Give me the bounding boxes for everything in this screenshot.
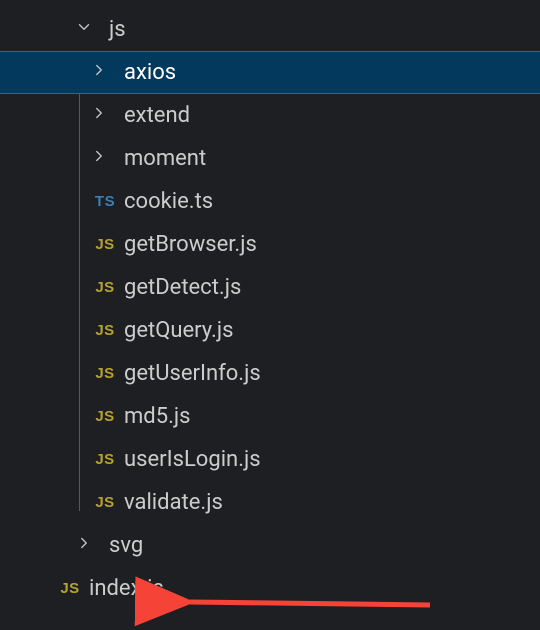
tree-file-userislogin[interactable]: JS userIsLogin.js [0,438,540,481]
tree-file-cookie[interactable]: TS cookie.ts [0,180,540,223]
tree-file-label: index.js [89,576,164,601]
tree-file-label: userIsLogin.js [124,447,261,472]
tree-file-validate[interactable]: JS validate.js [0,481,540,524]
tree-file-label: cookie.ts [124,189,213,214]
tree-file-index[interactable]: JS index.js [0,567,540,610]
tree-folder-moment[interactable]: moment [0,137,540,180]
tree-file-getquery[interactable]: JS getQuery.js [0,309,540,352]
tree-folder-label: extend [124,103,190,128]
chevron-down-icon [75,18,105,42]
tree-folder-label: moment [124,146,206,171]
ts-file-icon: TS [90,190,120,214]
js-file-icon: JS [90,491,120,515]
tree-file-label: getDetect.js [124,275,241,300]
tree-file-label: md5.js [124,404,190,429]
chevron-right-icon [90,104,120,128]
chevron-right-icon [90,147,120,171]
tree-file-getdetect[interactable]: JS getDetect.js [0,266,540,309]
js-file-icon: JS [55,577,85,601]
tree-file-label: getQuery.js [124,318,233,343]
chevron-right-icon [90,61,120,85]
chevron-right-icon [75,534,105,558]
tree-file-label: getBrowser.js [124,232,257,257]
tree-folder-svg[interactable]: svg [0,524,540,567]
js-file-icon: JS [90,233,120,257]
js-file-icon: JS [90,319,120,343]
file-explorer: js axios extend moment TS cookie.ts JS g… [0,0,540,610]
tree-file-getbrowser[interactable]: JS getBrowser.js [0,223,540,266]
tree-folder-label: axios [124,60,176,85]
js-file-icon: JS [90,448,120,472]
tree-file-label: validate.js [124,490,223,515]
tree-file-md5[interactable]: JS md5.js [0,395,540,438]
js-file-icon: JS [90,405,120,429]
js-file-icon: JS [90,276,120,300]
tree-file-getuserinfo[interactable]: JS getUserInfo.js [0,352,540,395]
tree-folder-extend[interactable]: extend [0,94,540,137]
tree-file-label: getUserInfo.js [124,361,261,386]
tree-folder-js[interactable]: js [0,8,540,51]
tree-folder-axios[interactable]: axios [0,51,540,94]
tree-folder-label: svg [109,533,143,558]
tree-folder-label: js [109,17,126,42]
js-file-icon: JS [90,362,120,386]
